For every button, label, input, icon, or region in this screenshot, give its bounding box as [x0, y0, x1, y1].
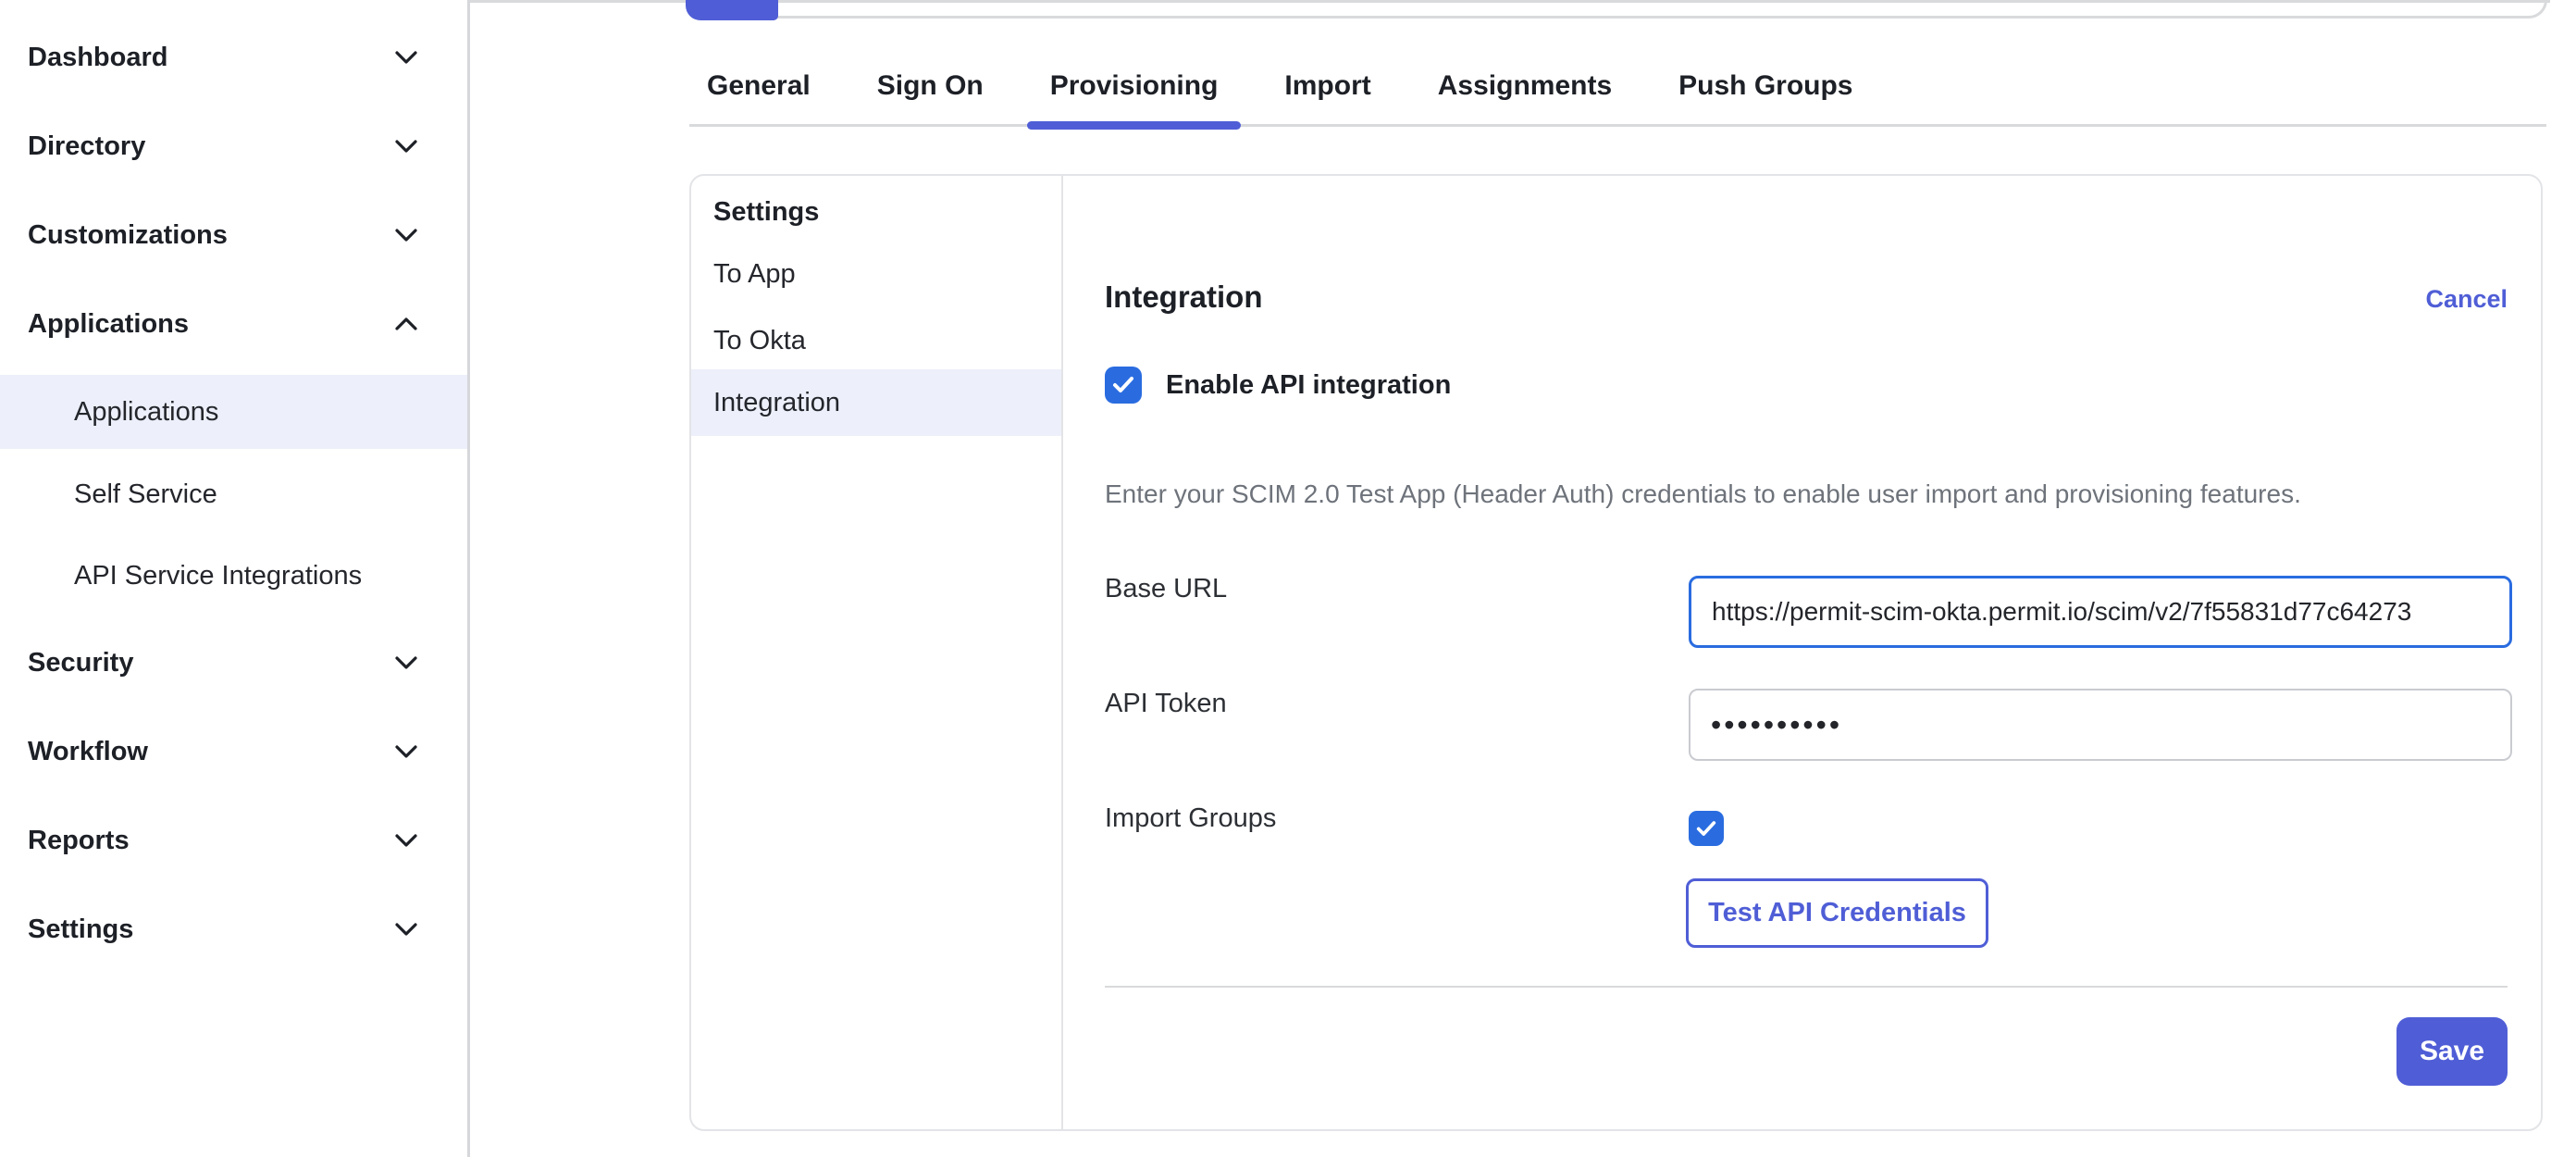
sidebar-item-customizations[interactable]: Customizations — [0, 207, 470, 263]
tab-sign-on[interactable]: Sign On — [877, 70, 984, 102]
sidebar-subitem-label: API Service Integrations — [74, 561, 362, 591]
tab-import[interactable]: Import — [1284, 70, 1370, 102]
top-card-bottom-edge — [777, 0, 2547, 19]
scrolled-active-tab-indicator — [686, 0, 778, 20]
tab-label: Import — [1284, 70, 1370, 101]
sidebar-subitem-label: Applications — [74, 397, 218, 428]
sidebar-subitem-self-service[interactable]: Self Service — [0, 467, 467, 522]
sidebar-item-label: Security — [28, 648, 133, 678]
api-token-label: API Token — [1105, 689, 1227, 719]
chevron-down-icon — [394, 744, 418, 759]
credentials-description: Enter your SCIM 2.0 Test App (Header Aut… — [1105, 479, 2301, 509]
chevron-down-icon — [394, 50, 418, 65]
sidebar-item-reports[interactable]: Reports — [0, 813, 470, 868]
cancel-link[interactable]: Cancel — [2425, 285, 2508, 314]
import-groups-label: Import Groups — [1105, 803, 1276, 834]
test-api-credentials-button[interactable]: Test API Credentials — [1686, 878, 1988, 948]
sidebar: Dashboard Directory Customizations Appli… — [0, 0, 470, 1157]
sidebar-item-label: Reports — [28, 826, 130, 856]
app-tabbar: General Sign On Provisioning Import Assi… — [689, 22, 2546, 127]
sidebar-subitem-api-service-integrations[interactable]: API Service Integrations — [0, 548, 467, 603]
tab-provisioning[interactable]: Provisioning — [1050, 70, 1219, 102]
tab-label: Assignments — [1438, 70, 1612, 101]
provisioning-card: Settings To App To Okta Integration Inte… — [689, 174, 2543, 1131]
tab-general[interactable]: General — [707, 70, 811, 102]
tab-label: Provisioning — [1050, 70, 1219, 101]
chevron-down-icon — [394, 833, 418, 848]
tab-assignments[interactable]: Assignments — [1438, 70, 1612, 102]
enable-api-integration-label: Enable API integration — [1166, 370, 1451, 401]
sidebar-subitem-applications[interactable]: Applications — [0, 375, 467, 449]
sidebar-item-applications[interactable]: Applications — [0, 296, 470, 352]
base-url-input[interactable] — [1689, 576, 2512, 648]
sidebar-item-dashboard[interactable]: Dashboard — [0, 30, 470, 85]
sidebar-item-label: Applications — [28, 309, 189, 340]
tab-label: Sign On — [877, 70, 984, 101]
sidebar-item-label: Dashboard — [28, 43, 167, 73]
tab-label: General — [707, 70, 811, 101]
api-token-input[interactable] — [1689, 689, 2512, 761]
sidebar-item-label: Directory — [28, 131, 145, 162]
chevron-up-icon — [394, 317, 418, 331]
active-tab-underline — [1027, 121, 1242, 130]
enable-api-integration-row: Enable API integration — [1105, 367, 1451, 404]
chevron-down-icon — [394, 228, 418, 243]
panel-title: Integration — [1105, 280, 1263, 315]
tab-label: Push Groups — [1678, 70, 1852, 101]
provisioning-settings-nav: Settings To App To Okta Integration — [691, 176, 1063, 1129]
import-groups-checkbox[interactable] — [1689, 811, 1724, 846]
footer-divider — [1105, 986, 2508, 988]
sidebar-item-settings[interactable]: Settings — [0, 902, 470, 957]
settings-nav-item-integration[interactable]: Integration — [691, 369, 1061, 436]
checkmark-icon — [1695, 820, 1717, 838]
sidebar-item-security[interactable]: Security — [0, 635, 470, 690]
sidebar-item-directory[interactable]: Directory — [0, 118, 470, 174]
sidebar-item-label: Workflow — [28, 737, 148, 767]
settings-nav-header: Settings — [691, 183, 1061, 241]
checkmark-icon — [1111, 376, 1135, 394]
integration-panel: Integration Cancel Enable API integratio… — [1063, 176, 2541, 1129]
enable-api-integration-checkbox[interactable] — [1105, 367, 1142, 404]
settings-nav-item-to-okta[interactable]: To Okta — [691, 307, 1061, 374]
sidebar-subitem-label: Self Service — [74, 479, 217, 510]
tab-push-groups[interactable]: Push Groups — [1678, 70, 1852, 102]
save-button[interactable]: Save — [2396, 1017, 2508, 1086]
settings-nav-item-to-app[interactable]: To App — [691, 241, 1061, 307]
sidebar-item-workflow[interactable]: Workflow — [0, 724, 470, 779]
base-url-label: Base URL — [1105, 574, 1227, 604]
sidebar-item-label: Settings — [28, 914, 133, 945]
sidebar-item-label: Customizations — [28, 220, 228, 251]
chevron-down-icon — [394, 139, 418, 154]
chevron-down-icon — [394, 922, 418, 937]
chevron-down-icon — [394, 655, 418, 670]
